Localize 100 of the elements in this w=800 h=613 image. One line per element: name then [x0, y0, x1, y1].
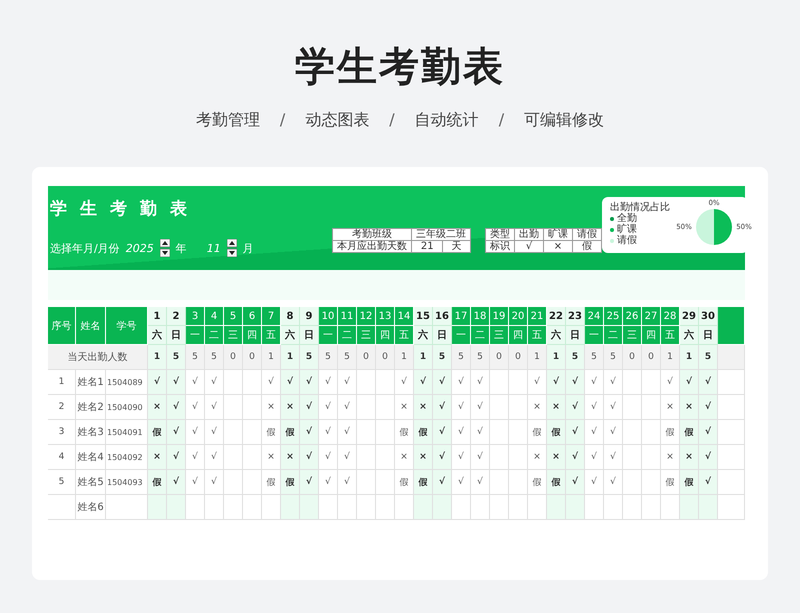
table-cell: × — [148, 445, 167, 470]
table-cell: √ — [452, 395, 471, 420]
table-cell — [224, 420, 243, 445]
table-cell: 2 — [48, 395, 76, 420]
count-cell: 5 — [167, 345, 186, 370]
weekday-header: 四 — [376, 326, 395, 345]
table-cell — [718, 370, 745, 395]
month-value[interactable]: 11 — [206, 242, 221, 254]
date-header: 3 — [186, 307, 205, 326]
table-cell — [623, 495, 642, 520]
table-cell — [357, 370, 376, 395]
table-cell — [205, 495, 224, 520]
subtitle-text: 考勤管理 — [196, 110, 260, 131]
date-header: 28 — [661, 307, 680, 326]
table-cell — [642, 370, 661, 395]
count-cell: 5 — [471, 345, 490, 370]
table-cell: √ — [452, 445, 471, 470]
table-cell — [243, 445, 262, 470]
count-cell: 1 — [395, 345, 414, 370]
table-cell — [281, 495, 300, 520]
weekday-header: 三 — [490, 326, 509, 345]
date-header: 19 — [490, 307, 509, 326]
table-cell — [490, 470, 509, 495]
date-header: 23 — [566, 307, 585, 326]
table-cell — [718, 395, 745, 420]
table-cell: 假 — [148, 420, 167, 445]
table-cell: √ — [414, 370, 433, 395]
table-cell: 假 — [547, 470, 566, 495]
count-cell: 0 — [376, 345, 395, 370]
date-header: 24 — [585, 307, 604, 326]
count-cell: 1 — [680, 345, 699, 370]
table-cell: √ — [300, 420, 319, 445]
table-cell: √ — [566, 420, 585, 445]
table-cell: √ — [604, 370, 623, 395]
table-cell — [718, 495, 745, 520]
table-cell: 假 — [680, 470, 699, 495]
table-cell: 姓名3 — [76, 420, 106, 445]
weekday-header: 三 — [224, 326, 243, 345]
table-cell — [718, 420, 745, 445]
table-cell — [319, 495, 338, 520]
table-cell — [547, 495, 566, 520]
table-cell: √ — [585, 395, 604, 420]
weekday-header: 三 — [623, 326, 642, 345]
table-cell: √ — [319, 370, 338, 395]
table-cell: 5 — [48, 470, 76, 495]
table-cell — [642, 420, 661, 445]
count-cell: 5 — [699, 345, 718, 370]
table-cell — [680, 495, 699, 520]
table-cell: √ — [186, 445, 205, 470]
count-cell: 5 — [319, 345, 338, 370]
weekday-header: 一 — [319, 326, 338, 345]
table-cell: √ — [566, 370, 585, 395]
table-cell: √ — [471, 445, 490, 470]
table-cell — [509, 370, 528, 395]
table-cell — [490, 495, 509, 520]
table-cell — [300, 495, 319, 520]
table-cell: √ — [699, 420, 718, 445]
table-cell: √ — [471, 370, 490, 395]
separator-text: / — [498, 110, 504, 131]
table-cell — [509, 495, 528, 520]
date-header: 15 — [414, 307, 433, 326]
info-cell: 天 — [442, 240, 470, 252]
table-cell — [224, 395, 243, 420]
weekday-header: 六 — [281, 326, 300, 345]
year-value[interactable]: 2025 — [126, 242, 154, 254]
spinner-icon[interactable] — [226, 239, 237, 257]
weekday-header: 日 — [566, 326, 585, 345]
table-cell — [699, 495, 718, 520]
count-cell: 0 — [490, 345, 509, 370]
table-cell — [414, 495, 433, 520]
weekday-header: 二 — [604, 326, 623, 345]
table-cell: √ — [205, 470, 224, 495]
table-cell — [186, 495, 205, 520]
date-header: 20 — [509, 307, 528, 326]
weekday-header: 日 — [699, 326, 718, 345]
table-cell: × — [281, 445, 300, 470]
weekday-header: 五 — [262, 326, 281, 345]
table-cell — [243, 370, 262, 395]
count-cell: 1 — [661, 345, 680, 370]
legend-cell: 请假 — [572, 228, 602, 240]
weekday-header: 四 — [509, 326, 528, 345]
table-cell: √ — [186, 370, 205, 395]
count-cell: 0 — [243, 345, 262, 370]
table-cell — [357, 470, 376, 495]
date-header: 13 — [376, 307, 395, 326]
table-cell: × — [547, 395, 566, 420]
date-header: 27 — [642, 307, 661, 326]
table-cell — [623, 445, 642, 470]
count-cell: 0 — [509, 345, 528, 370]
table-cell: 假 — [547, 420, 566, 445]
spinner-icon[interactable] — [160, 239, 170, 257]
date-header: 4 — [205, 307, 224, 326]
table-cell — [357, 395, 376, 420]
weekday-header: 日 — [300, 326, 319, 345]
table-cell: 姓名1 — [76, 370, 106, 395]
count-cell: 0 — [642, 345, 661, 370]
weekday-header: 三 — [357, 326, 376, 345]
date-header: 30 — [699, 307, 718, 326]
info-cell: 本月应出勤天数 — [332, 240, 412, 252]
table-cell: √ — [186, 470, 205, 495]
